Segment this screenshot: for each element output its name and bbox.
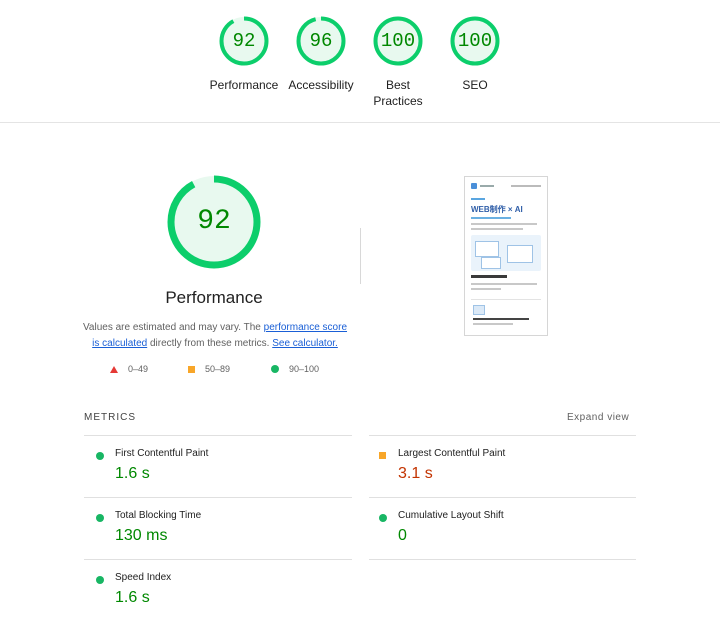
metrics-divider [84,435,352,436]
metric-value: 1.6 s [115,589,150,606]
metrics-divider [84,497,352,498]
screenshot-heading: WEB制作 × AI [471,205,523,214]
screenshot-nav-line [511,185,541,187]
screenshot-text-line [473,318,529,320]
circle-icon [271,365,279,373]
metric-value: 0 [398,527,407,544]
pass-icon [96,576,104,584]
expand-view-toggle[interactable]: Expand view [567,412,629,423]
screenshot-subline [471,217,511,219]
pass-icon [96,452,104,460]
performance-description: Values are estimated and may vary. The p… [80,320,350,352]
metric-value: 3.1 s [398,465,433,482]
gauge-seo[interactable]: 100 SEO [430,14,520,93]
metric-label: Largest Contentful Paint [398,448,506,459]
triangle-icon [110,365,118,373]
screenshot-section-title [471,275,507,278]
metric-value: 1.6 s [115,465,150,482]
legend-label: 90–100 [289,364,320,374]
pass-icon [96,514,104,522]
legend-fail: 0–49 [110,364,148,374]
screenshot-text-line [471,223,537,225]
screenshot-nav-line [480,185,494,187]
performance-score: 92 [197,206,231,237]
screenshot-text-line [471,228,523,230]
screenshot-text-line [473,323,513,325]
see-calculator-link[interactable]: See calculator. [272,338,338,349]
screenshot-tag-line [471,198,485,200]
score-legend: 0–49 50–89 90–100 [100,364,340,378]
metrics-header: METRICS [84,412,136,423]
legend-label: 0–49 [128,364,149,374]
final-screenshot[interactable]: WEB制作 × AI [464,176,548,336]
metric-label: Total Blocking Time [115,510,202,521]
category-gauges: 92 Performance 96 Accessibility 100 Best… [0,14,720,124]
square-icon [188,365,195,373]
gauge-score: 100 [457,30,493,52]
screenshot-card [471,299,541,330]
gauge-label: SEO [462,78,488,92]
illustration-panel [475,241,499,257]
pass-icon [379,514,387,522]
vertical-separator [360,228,361,284]
metric-label: Cumulative Layout Shift [398,510,504,521]
screenshot-text-line [471,283,537,285]
desc-text: Values are estimated and may vary. The [82,322,264,333]
illustration-panel [481,257,501,269]
metric-speed-index: Speed Index 1.6 s [84,572,334,630]
metric-label: First Contentful Paint [115,448,209,459]
metrics-divider [369,497,636,498]
desc-text: directly from these metrics. [147,338,273,349]
legend-label: 50–89 [205,364,231,374]
screenshot-illustration [471,235,541,271]
metric-value: 130 ms [115,527,168,544]
metrics-divider [84,559,352,560]
screenshot-text-line [471,288,501,290]
illustration-panel [507,245,533,263]
gauge-label: Best Practices [373,78,423,108]
legend-pass: 90–100 [271,364,319,374]
metric-label: Speed Index [115,572,172,583]
site-logo-icon [471,183,477,189]
metrics-divider [369,435,636,436]
card-thumbnail-icon [473,305,485,315]
legend-average: 50–89 [188,364,230,374]
metrics-divider [369,559,636,560]
header-divider [0,122,720,123]
performance-title: Performance [165,288,263,307]
average-icon [379,452,386,459]
